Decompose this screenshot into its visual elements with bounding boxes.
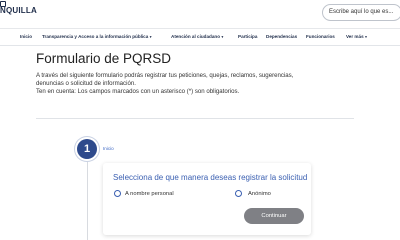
logo-mark-icon (0, 1, 6, 7)
nav-divider (0, 45, 400, 46)
radio-personal[interactable] (114, 190, 121, 197)
chevron-down-icon: ▾ (149, 34, 152, 39)
chevron-down-icon: ▾ (365, 34, 367, 39)
step-label: Inicio (103, 146, 114, 151)
section-divider (36, 118, 354, 119)
intro-line-2: denuncias o solicitud de información. (36, 80, 136, 87)
logo[interactable]: NQUILLA (0, 1, 37, 15)
page-title: Formulario de PQRSD (36, 51, 172, 66)
stepper-line (87, 150, 88, 240)
nav-item-dependencias[interactable]: Dependencias (266, 34, 297, 39)
radio-anonimo-label[interactable]: Anónimo (248, 191, 271, 197)
step-number-badge: 1 (77, 139, 97, 159)
card-title: Selecciona de que manera deseas registra… (113, 173, 308, 182)
nav-item-transparencia[interactable]: Transparencia y Acceso a la información … (42, 34, 152, 39)
continue-button[interactable]: Continuar (244, 208, 304, 224)
nav-item-atencion[interactable]: Atención al ciudadano ▾ (171, 34, 223, 39)
radio-anonimo[interactable] (235, 190, 242, 197)
chevron-down-icon: ▾ (221, 34, 224, 39)
logo-text: NQUILLA (0, 6, 37, 15)
nav-item-funcionarios[interactable]: Funcionarios (306, 34, 335, 39)
intro-line-3: Ten en cuenta: Los campos marcados con u… (36, 88, 240, 95)
nav-item-inicio[interactable]: Inicio (20, 34, 32, 39)
nav-item-participa[interactable]: Participa (238, 34, 257, 39)
radio-personal-label[interactable]: A nombre personal (125, 191, 174, 197)
search-placeholder: Escribe aquí lo que es... (329, 9, 394, 15)
nav-item-ver-mas[interactable]: Ver más ▾ (346, 34, 367, 39)
intro-line-1: A través del siguiente formulario podrás… (36, 72, 294, 79)
